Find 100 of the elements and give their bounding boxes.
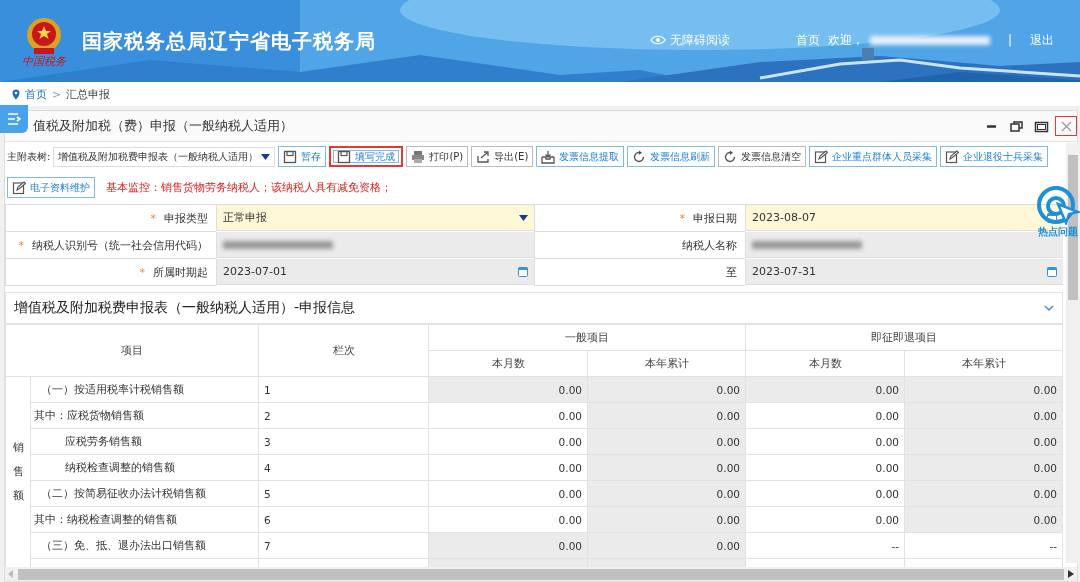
form-label: * 纳税人识别号（统一社会信用代码）	[5, 232, 216, 259]
section-header[interactable]: 增值税及附加税费申报表（一般纳税人适用）-申报信息	[5, 292, 1063, 324]
breadcrumb-item: 汇总申报	[66, 86, 111, 102]
toolbar-button[interactable]: 电子资料维护	[7, 177, 95, 198]
table-cell[interactable]: 0.00	[428, 480, 588, 507]
table-cell[interactable]: 0.00	[745, 402, 905, 429]
form-field[interactable]: 正常申报	[216, 205, 534, 231]
toolbar-button[interactable]: 发票信息提取	[536, 146, 625, 167]
scrollbar-thumb[interactable]	[18, 568, 1064, 580]
table-cell: 0.00	[587, 480, 746, 507]
edit-icon	[12, 180, 26, 195]
toolbar-button[interactable]: 打印(P)	[406, 146, 469, 167]
table-cell: 0.00	[904, 454, 1063, 481]
toolbar-button[interactable]: 发票信息刷新	[627, 146, 716, 167]
scrollbar-thumb[interactable]	[1068, 155, 1078, 300]
scroll-left-icon[interactable]	[8, 570, 14, 578]
form-field[interactable]: 2023-07-01	[216, 259, 534, 285]
table-cell: 0.00	[587, 532, 746, 559]
scroll-right-icon[interactable]	[1068, 570, 1074, 578]
column-header: 栏次	[258, 324, 429, 377]
table-cell: 5	[258, 480, 429, 507]
eye-icon	[649, 35, 666, 45]
table-cell: （一）按适用税率计税销售额	[30, 376, 259, 403]
toolbar-button[interactable]: 企业退役士兵采集	[940, 146, 1049, 167]
required-mark: *	[150, 211, 156, 225]
table-cell: 0.00	[904, 428, 1063, 455]
form-label: 至	[534, 259, 745, 286]
save-icon	[283, 149, 298, 164]
tree-dropdown[interactable]: 增值税及附加税费申报表（一般纳税人适用）	[53, 146, 276, 167]
table-cell: 0.00	[587, 402, 746, 429]
separator-text: |	[1007, 33, 1012, 47]
dropdown-caret-icon	[261, 153, 271, 160]
notice-text: 基本监控：销售货物劳务纳税人；该纳税人具有减免资格；	[106, 180, 392, 195]
calendar-icon	[1047, 266, 1057, 277]
edit-icon	[945, 149, 960, 164]
toolbar-button[interactable]: 暂存	[278, 146, 327, 167]
table-cell: 0.00	[904, 506, 1063, 533]
table-cell: 0.00	[904, 376, 1063, 403]
form-label: * 申报类型	[5, 205, 216, 232]
tree-label: 主附表树:	[7, 149, 51, 164]
location-pin-icon	[12, 88, 20, 100]
close-button[interactable]	[1055, 116, 1077, 136]
required-mark: *	[18, 238, 24, 252]
breadcrumb-item[interactable]: 首页	[25, 86, 47, 102]
table-cell[interactable]: --	[904, 532, 1063, 559]
table-cell: 0.00	[587, 428, 746, 455]
table-cell: 0.00	[587, 506, 746, 533]
required-mark: *	[679, 211, 685, 225]
table-cell[interactable]: 0.00	[745, 428, 905, 455]
window-title: 值税及附加税（费）申报（一般纳税人适用）	[33, 117, 293, 135]
column-header: 本年累计	[587, 350, 746, 377]
horizontal-scrollbar[interactable]	[5, 567, 1077, 581]
logo-text: 中国税务	[22, 57, 66, 67]
table-cell[interactable]: 0.00	[428, 428, 588, 455]
menu-button[interactable]	[0, 105, 28, 133]
printer-icon	[411, 149, 426, 164]
table-cell[interactable]: 0.00	[428, 506, 588, 533]
table-cell[interactable]: 0.00	[428, 454, 588, 481]
table-cell: （二）按简易征收办法计税销售额	[30, 480, 259, 507]
form-label: * 所属时期起	[5, 259, 216, 286]
table-cell[interactable]: --	[745, 532, 905, 559]
table-cell: 7	[258, 532, 429, 559]
column-header: 本年累计	[904, 350, 1063, 377]
table-cell[interactable]: 0.00	[745, 506, 905, 533]
table-cell: 6	[258, 506, 429, 533]
table-cell: 纳税检查调整的销售额	[30, 454, 259, 481]
table-cell: 其中：应税货物销售额	[30, 402, 259, 429]
table-cell[interactable]: 0.00	[428, 402, 588, 429]
table-cell: （三）免、抵、退办法出口销售额	[30, 532, 259, 559]
refresh-icon	[723, 149, 738, 164]
toolbar-button[interactable]: 填写完成	[329, 146, 404, 167]
minimize-icon	[986, 124, 996, 128]
export-icon	[476, 149, 491, 164]
table-cell: 0.00	[904, 402, 1063, 429]
edit-icon	[814, 149, 829, 164]
column-header: 项目	[5, 324, 259, 377]
form-field[interactable]	[216, 232, 534, 258]
toolbar-button[interactable]: 企业重点群体人员采集	[809, 146, 938, 167]
table-cell: 4	[258, 454, 429, 481]
table-cell: 0.00	[428, 532, 588, 559]
table-cell[interactable]: 0.00	[745, 480, 905, 507]
column-header: 一般项目	[428, 324, 746, 351]
column-header: 本月数	[745, 350, 905, 377]
required-mark: *	[139, 265, 145, 279]
tray-icon	[541, 149, 556, 164]
table-cell: 0.00	[587, 376, 746, 403]
table-cell: 1	[258, 376, 429, 403]
table-cell: 0.00	[428, 376, 588, 403]
calendar-icon	[518, 266, 528, 277]
dropdown-caret-icon	[519, 214, 528, 221]
form-field[interactable]: 2023-07-31	[745, 259, 1063, 285]
welcome-text: 欢迎，	[827, 31, 864, 49]
toolbar-button[interactable]: 发票信息清空	[718, 146, 807, 167]
refresh-icon	[632, 149, 647, 164]
restore-icon	[1008, 118, 1024, 134]
table-cell: 应税劳务销售额	[30, 428, 259, 455]
table-cell[interactable]: 0.00	[745, 454, 905, 481]
row-group-label: 销售额	[12, 439, 24, 505]
menu-icon	[7, 113, 21, 125]
toolbar-button[interactable]: 导出(E)	[471, 146, 534, 167]
